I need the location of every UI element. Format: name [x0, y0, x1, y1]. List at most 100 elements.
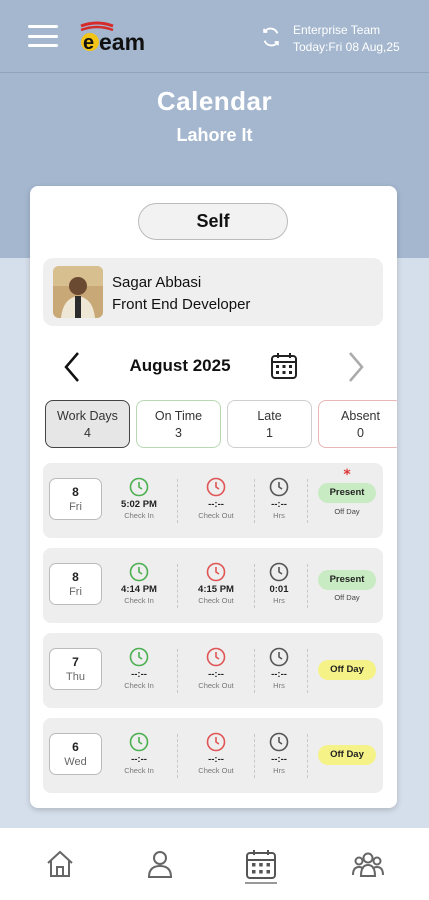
check-out-cell: --:-- Check Out: [186, 477, 246, 520]
clock-gray-icon: [269, 647, 289, 667]
clock-green-icon: [129, 477, 149, 497]
clock-red-icon: [206, 477, 226, 497]
user-icon[interactable]: [144, 848, 176, 880]
stat-value: 1: [266, 426, 273, 440]
check-in-time: --:--: [131, 669, 147, 680]
divider: [177, 564, 178, 608]
stat-value: 3: [175, 426, 182, 440]
check-out-label: Check Out: [198, 596, 234, 605]
clock-gray-icon: [269, 732, 289, 752]
hours-value: --:--: [271, 669, 287, 680]
hours-label: Hrs: [273, 596, 285, 605]
hours-cell: --:-- Hrs: [249, 647, 309, 690]
attendance-row[interactable]: 7 Thu --:-- Check In --:-- Check Out --:…: [43, 633, 383, 708]
date-box: 8 Fri: [49, 478, 102, 520]
status-badge: Off Day: [318, 660, 376, 680]
clock-green-icon: [129, 732, 149, 752]
check-out-time: --:--: [208, 499, 224, 510]
stat-work-days[interactable]: Work Days 4: [45, 400, 130, 448]
profile-name: Sagar Abbasi: [112, 274, 202, 291]
hours-cell: --:-- Hrs: [249, 732, 309, 775]
check-out-label: Check Out: [198, 766, 234, 775]
check-in-cell: 5:02 PM Check In: [109, 477, 169, 520]
stat-absent[interactable]: Absent 0: [318, 400, 397, 448]
header-divider: [0, 72, 429, 73]
divider: [177, 734, 178, 778]
home-icon[interactable]: [44, 848, 76, 880]
hours-value: 0:01: [269, 584, 289, 595]
attendance-row[interactable]: 8 Fri 4:14 PM Check In 4:15 PM Check Out…: [43, 548, 383, 623]
attendance-row[interactable]: 8 Fri 5:02 PM Check In --:-- Check Out -…: [43, 463, 383, 538]
hours-value: --:--: [271, 754, 287, 765]
app-header: e eam Enterprise Team Today:Fri 08 Aug,2…: [0, 0, 429, 72]
hours-label: Hrs: [273, 511, 285, 520]
status-badge: Off Day: [318, 745, 376, 765]
date-day: 7: [72, 655, 79, 669]
active-tab-indicator: [245, 882, 277, 884]
date-box: 7 Thu: [49, 648, 102, 690]
profile-card: Sagar Abbasi Front End Developer: [43, 258, 383, 326]
check-out-cell: --:-- Check Out: [186, 732, 246, 775]
hours-label: Hrs: [273, 681, 285, 690]
self-button[interactable]: Self: [138, 203, 288, 240]
check-out-label: Check Out: [198, 681, 234, 690]
stat-label: On Time: [154, 409, 203, 423]
check-out-cell: 4:15 PM Check Out: [186, 562, 246, 605]
svg-text:eam: eam: [99, 29, 145, 55]
stat-label: Work Days: [57, 409, 118, 423]
clock-red-icon: [206, 562, 226, 582]
date-weekday: Wed: [64, 756, 87, 768]
check-in-label: Check In: [124, 596, 154, 605]
check-in-time: 4:14 PM: [121, 584, 157, 595]
date-weekday: Fri: [69, 501, 82, 513]
svg-text:e: e: [83, 32, 94, 54]
clock-red-icon: [206, 647, 226, 667]
divider: [307, 564, 308, 608]
calendar-nav-icon[interactable]: [245, 848, 277, 880]
page-title: Calendar: [156, 86, 273, 116]
divider: [307, 649, 308, 693]
team-info: Enterprise Team Today:Fri 08 Aug,25: [293, 22, 400, 56]
page-subtitle: Lahore It: [176, 125, 253, 145]
chevron-left-icon[interactable]: [62, 350, 82, 384]
clock-gray-icon: [269, 477, 289, 497]
hours-value: --:--: [271, 499, 287, 510]
attendance-row[interactable]: 6 Wed --:-- Check In --:-- Check Out --:…: [43, 718, 383, 793]
hours-cell: --:-- Hrs: [249, 477, 309, 520]
divider: [177, 479, 178, 523]
divider: [307, 479, 308, 523]
team-name: Enterprise Team: [293, 23, 381, 37]
star-marker: *: [343, 467, 351, 483]
chevron-right-icon[interactable]: [346, 350, 366, 384]
check-in-cell: 4:14 PM Check In: [109, 562, 169, 605]
status-note: Off Day: [334, 593, 360, 602]
check-out-time: --:--: [208, 754, 224, 765]
team-icon[interactable]: [352, 848, 384, 880]
hamburger-menu-icon[interactable]: [28, 25, 58, 47]
avatar: [53, 266, 103, 318]
month-label: August 2025: [129, 356, 231, 375]
date-box: 8 Fri: [49, 563, 102, 605]
date-weekday: Fri: [69, 586, 82, 598]
check-in-time: --:--: [131, 754, 147, 765]
calendar-icon[interactable]: [270, 352, 298, 380]
check-in-time: 5:02 PM: [121, 499, 157, 510]
divider: [307, 734, 308, 778]
stat-late[interactable]: Late 1: [227, 400, 312, 448]
check-out-time: --:--: [208, 669, 224, 680]
date-day: 6: [72, 740, 79, 754]
profile-role: Front End Developer: [112, 296, 251, 313]
date-weekday: Thu: [66, 671, 85, 683]
date-box: 6 Wed: [49, 733, 102, 775]
stat-label: Absent: [341, 409, 380, 423]
check-in-label: Check In: [124, 511, 154, 520]
stat-on-time[interactable]: On Time 3: [136, 400, 221, 448]
stat-value: 4: [84, 426, 91, 440]
clock-green-icon: [129, 562, 149, 582]
sync-icon[interactable]: [260, 26, 282, 48]
hours-cell: 0:01 Hrs: [249, 562, 309, 605]
status-badge: Present: [318, 483, 376, 503]
clock-red-icon: [206, 732, 226, 752]
hours-label: Hrs: [273, 766, 285, 775]
check-in-cell: --:-- Check In: [109, 732, 169, 775]
